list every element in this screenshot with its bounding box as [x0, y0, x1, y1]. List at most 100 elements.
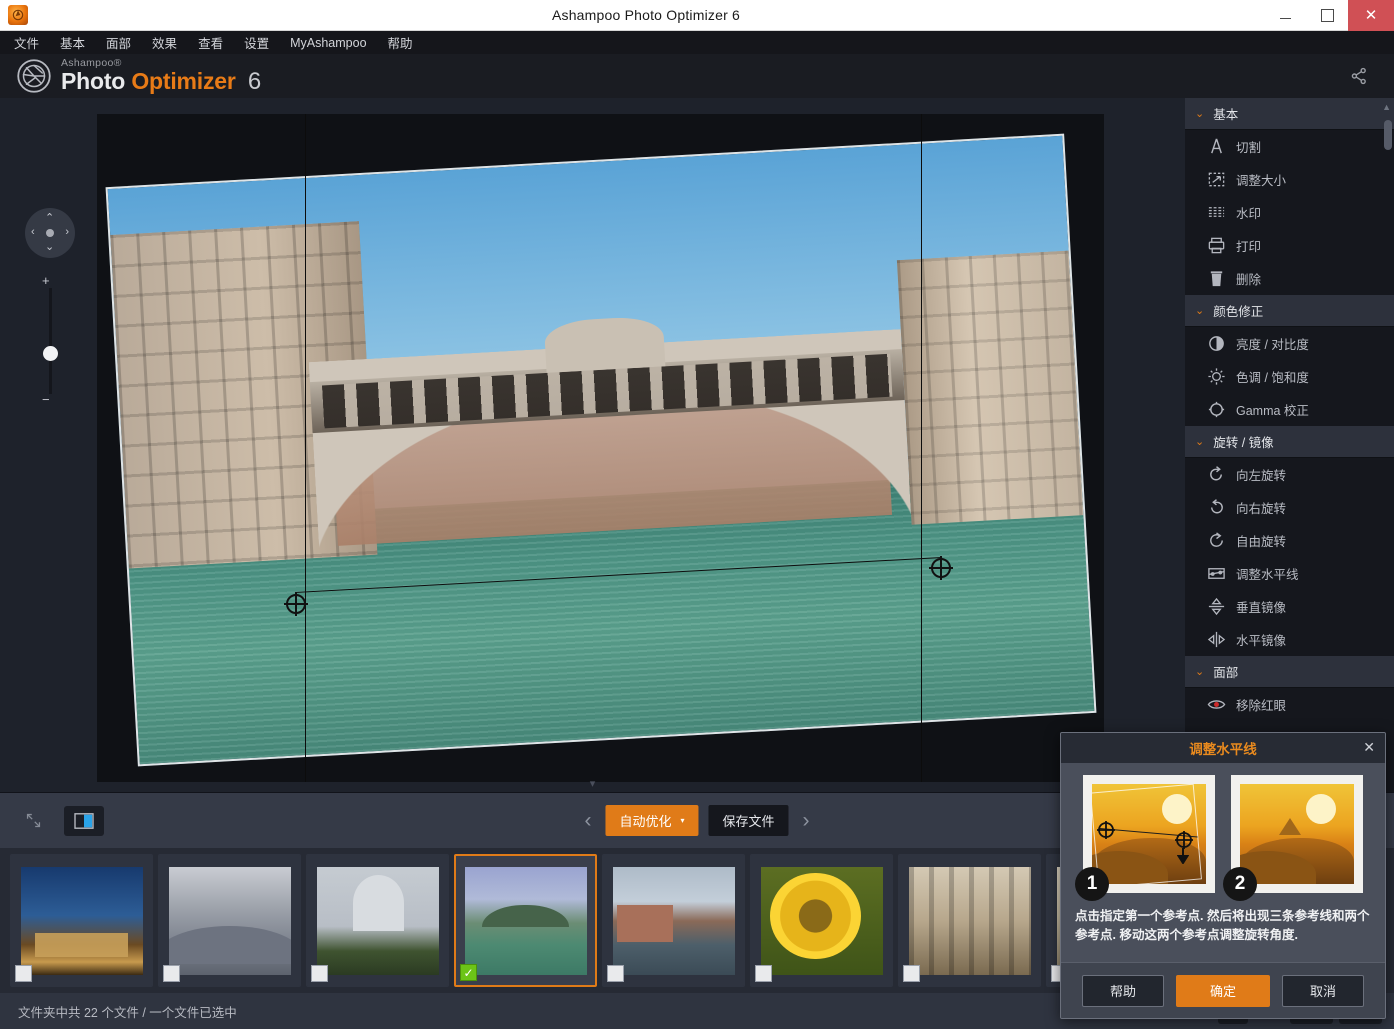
sidebar-item-rotate-right[interactable]: 向右旋转	[1185, 491, 1394, 524]
thumbnail-snow-landscape[interactable]	[158, 854, 301, 987]
sidebar-item-red-eye[interactable]: 移除红眼	[1185, 688, 1394, 721]
pan-center-dot[interactable]	[46, 229, 54, 237]
dialog-help-button[interactable]: 帮助	[1082, 975, 1164, 1007]
sidebar-item-watermark[interactable]: 水印	[1185, 196, 1394, 229]
minimize-button[interactable]	[1264, 0, 1306, 31]
dialog-title: 调整水平线	[1189, 738, 1257, 758]
sidebar-item-flip-horizontal[interactable]: 水平镜像	[1185, 623, 1394, 656]
reference-point-2-crosshair[interactable]	[928, 555, 954, 581]
pan-control[interactable]: ⌃ ⌄ ‹ ›	[25, 208, 75, 258]
sidebar-scrollbar-thumb[interactable]	[1384, 120, 1392, 150]
next-image-button[interactable]: ›	[799, 809, 814, 833]
dialog-step2-badge: 2	[1223, 867, 1257, 901]
sidebar-item-gamma[interactable]: Gamma 校正	[1185, 393, 1394, 426]
dialog-reference-point-1-icon	[1096, 820, 1116, 840]
zoom-slider-track[interactable]	[49, 288, 52, 394]
save-file-button[interactable]: 保存文件	[709, 805, 789, 836]
maximize-button[interactable]	[1306, 0, 1348, 31]
menu-item-help[interactable]: 帮助	[388, 33, 413, 52]
photo-rialto-bridge[interactable]	[106, 134, 1097, 767]
image-canvas[interactable]: ⌃ ⌄ ‹ › + − ▾	[0, 98, 1185, 792]
dialog-ok-button[interactable]: 确定	[1176, 975, 1270, 1007]
sidebar-section-label: 旋转 / 镜像	[1213, 432, 1273, 451]
menu-item-face[interactable]: 面部	[106, 33, 131, 52]
thumbnail-checkbox[interactable]	[755, 965, 772, 982]
thumbnail-image	[21, 867, 143, 975]
dialog-reference-point-2-icon	[1174, 830, 1194, 850]
sidebar-item-hue-saturation[interactable]: 色调 / 饱和度	[1185, 360, 1394, 393]
sidebar-item-free-rotate[interactable]: 自由旋转	[1185, 524, 1394, 557]
sidebar-section-color-correction[interactable]: ⌄ 颜色修正	[1185, 295, 1394, 327]
chevron-down-icon: ⌄	[1195, 665, 1204, 678]
sidebar-item-flip-vertical[interactable]: 垂直镜像	[1185, 590, 1394, 623]
menu-item-settings[interactable]: 设置	[244, 33, 269, 52]
sidebar-item-straighten-horizon[interactable]: 调整水平线	[1185, 557, 1394, 590]
menu-item-view[interactable]: 查看	[198, 33, 223, 52]
sidebar-scrollbar[interactable]: ▲	[1384, 102, 1392, 788]
thumbnail-arcade-interior[interactable]	[898, 854, 1041, 987]
window-title: Ashampoo Photo Optimizer 6	[28, 7, 1264, 23]
thumbnail-checkbox[interactable]	[15, 965, 32, 982]
thumbnail-checkbox[interactable]: ✓	[460, 964, 477, 981]
chevron-down-icon[interactable]: ▾	[680, 816, 684, 825]
sidebar-item-brightness-contrast[interactable]: 亮度 / 对比度	[1185, 327, 1394, 360]
scroll-up-icon[interactable]: ▲	[1382, 102, 1391, 112]
thumbnail-basilica-dome[interactable]	[306, 854, 449, 987]
thumbnail-image	[909, 867, 1031, 975]
auto-optimize-button[interactable]: 自动优化 ▾	[605, 805, 698, 836]
sidebar-section-basic[interactable]: ⌄ 基本	[1185, 98, 1394, 130]
sidebar-item-print[interactable]: 打印	[1185, 229, 1394, 262]
menu-item-myashampoo[interactable]: MyAshampoo	[290, 36, 366, 50]
thumbnail-checkbox[interactable]	[311, 965, 328, 982]
thumbnail-checkbox[interactable]	[903, 965, 920, 982]
free-rotate-icon	[1207, 531, 1226, 550]
menu-item-effects[interactable]: 效果	[152, 33, 177, 52]
zoom-in-icon[interactable]: +	[42, 274, 50, 287]
sidebar-item-rotate-left[interactable]: 向左旋转	[1185, 458, 1394, 491]
canvas-collapse-caret[interactable]: ▾	[590, 777, 596, 790]
brand-name-optimizer: Optimizer	[131, 68, 235, 94]
dialog-close-icon[interactable]: ✕	[1363, 739, 1375, 756]
reference-point-1-crosshair[interactable]	[283, 591, 309, 617]
thumbnail-checkbox[interactable]	[607, 965, 624, 982]
thumbnail-image	[169, 867, 291, 975]
pan-down-icon[interactable]: ⌄	[45, 242, 54, 253]
expand-icon	[25, 812, 42, 829]
sidebar-item-label: 水印	[1236, 203, 1261, 222]
menu-item-file[interactable]: 文件	[14, 33, 39, 52]
close-icon: ✕	[1365, 8, 1378, 23]
pan-left-icon[interactable]: ‹	[31, 227, 35, 238]
thumbnail-rialto-bridge[interactable]: ✓	[454, 854, 597, 987]
sidebar-section-label: 基本	[1213, 104, 1238, 123]
dialog-body: 1 2 点击指定第一个参考点. 然后将出现三条参考线和两个参考点. 移动这两个参…	[1061, 763, 1385, 946]
pan-right-icon[interactable]: ›	[65, 227, 69, 238]
flip-horizontal-icon	[1207, 630, 1226, 649]
save-file-label: 保存文件	[723, 811, 775, 830]
close-button[interactable]: ✕	[1348, 0, 1394, 31]
sidebar-item-delete[interactable]: 删除	[1185, 262, 1394, 295]
thumbnail-checkbox[interactable]	[163, 965, 180, 982]
sidebar-item-resize[interactable]: 调整大小	[1185, 163, 1394, 196]
sidebar-item-crop[interactable]: 切割	[1185, 130, 1394, 163]
sidebar-section-rotate-mirror[interactable]: ⌄ 旋转 / 镜像	[1185, 426, 1394, 458]
sidebar-item-label: 删除	[1236, 269, 1261, 288]
sidebar-item-label: 亮度 / 对比度	[1236, 334, 1309, 353]
compare-view-button[interactable]	[64, 806, 104, 836]
photo-bridge	[309, 329, 912, 558]
share-button[interactable]	[1346, 63, 1372, 89]
zoom-out-icon[interactable]: −	[42, 393, 50, 406]
expand-button[interactable]	[18, 808, 48, 834]
dialog-ok-label: 确定	[1210, 981, 1236, 1000]
dialog-cancel-button[interactable]: 取消	[1282, 975, 1364, 1007]
zoom-slider[interactable]: + −	[34, 274, 66, 406]
previous-image-button[interactable]: ‹	[580, 809, 595, 833]
zoom-slider-thumb[interactable]	[43, 346, 58, 361]
thumbnail-sunflower[interactable]	[750, 854, 893, 987]
thumbnail-castle-night[interactable]	[10, 854, 153, 987]
menu-item-basic[interactable]: 基本	[60, 33, 85, 52]
pan-up-icon[interactable]: ⌃	[45, 213, 54, 224]
dialog-drag-down-arrow-icon	[1177, 848, 1189, 864]
thumbnail-river-city[interactable]	[602, 854, 745, 987]
adjust-horizon-dialog[interactable]: 调整水平线 ✕	[1060, 732, 1386, 1019]
sidebar-section-face[interactable]: ⌄ 面部	[1185, 656, 1394, 688]
